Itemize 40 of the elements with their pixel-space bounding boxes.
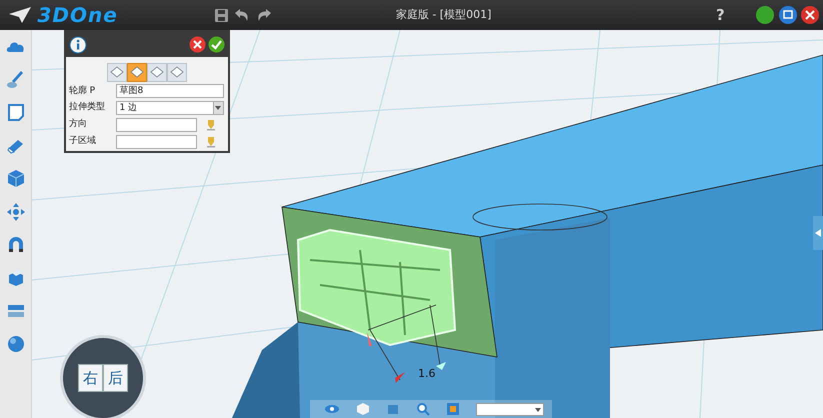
view-cube[interactable]: 右 后 [60,335,146,418]
close-icon[interactable] [800,5,820,25]
dimension-label: 1.6 [418,366,436,382]
undo-icon[interactable] [234,8,250,22]
field-label: 拉伸类型 [68,101,106,114]
selection-field[interactable] [116,134,196,148]
field-label: 子区域 [68,134,97,148]
cancel-icon[interactable] [188,36,206,53]
extrude-mode-button[interactable] [127,62,147,82]
extrude-mode-button[interactable] [147,62,167,82]
move-arrows-icon[interactable] [6,201,26,223]
help-button[interactable]: ? [716,4,725,26]
extrude-mode-button[interactable] [107,62,127,82]
cube-icon[interactable] [6,168,26,190]
zoom-icon[interactable] [416,402,430,416]
cube-face-label[interactable]: 后 [103,364,128,392]
window-title: 家庭版 - [模型001] [396,6,492,23]
text-field[interactable]: 草图8 [116,84,224,98]
view-dropdown[interactable] [476,402,544,416]
brush-icon[interactable] [6,69,26,91]
redo-icon[interactable] [256,8,272,22]
confirm-icon[interactable] [208,36,226,53]
drag-handle-icon[interactable] [436,362,446,370]
drag-handle-icon[interactable] [395,372,405,383]
app-logo: 3DOne [38,2,118,29]
minimize-icon[interactable] [754,5,775,25]
field-label: 轮廓 P [68,84,96,98]
sphere-icon[interactable] [6,333,26,355]
arrow-left-icon [815,229,821,237]
panel-toggle-tab[interactable] [813,216,823,250]
paper-plane-icon [8,6,32,24]
eye-icon[interactable] [324,403,340,415]
field-label: 方向 [68,118,88,131]
dropdown-field[interactable]: 1 边 [116,101,224,115]
extrude-mode-button[interactable] [167,62,187,82]
maximize-icon[interactable] [778,5,798,25]
selection-field[interactable] [116,118,196,132]
cube-face-label[interactable]: 右 [78,364,103,392]
save-icon[interactable] [214,8,229,22]
info-icon[interactable] [68,36,87,54]
